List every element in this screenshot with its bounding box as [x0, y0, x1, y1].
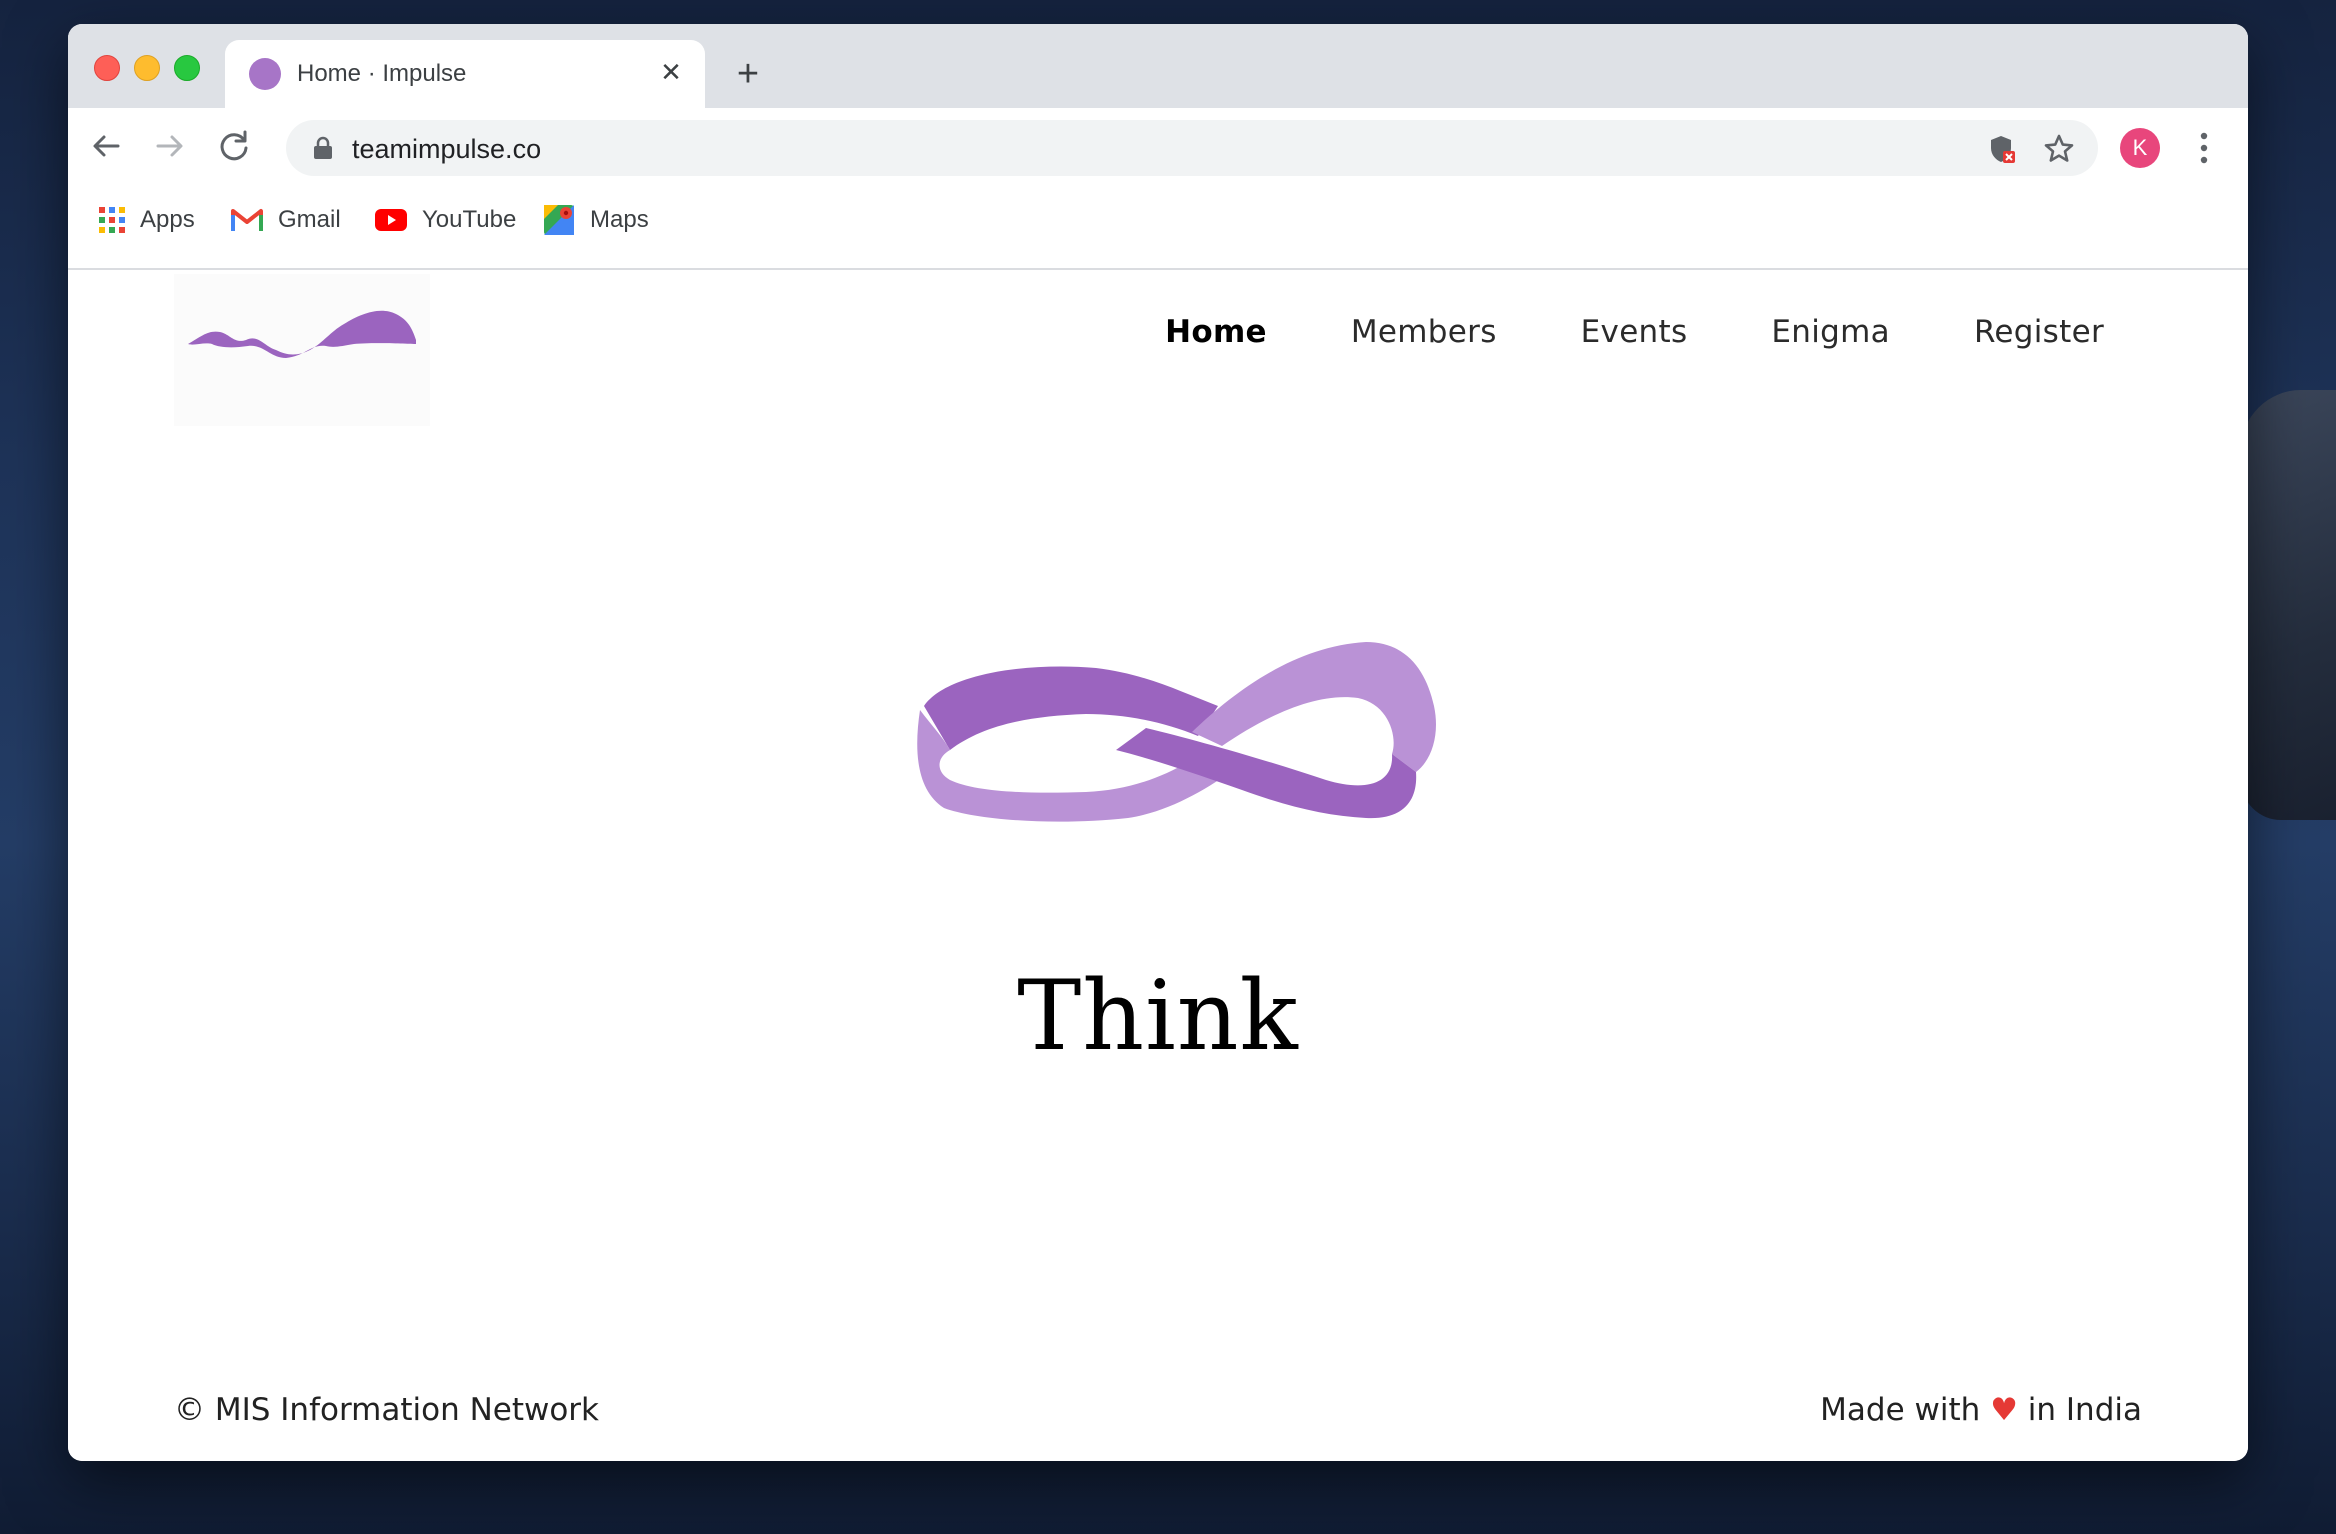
bookmark-star-icon[interactable]	[2042, 132, 2076, 166]
browser-toolbar: teamimpulse.co K	[68, 108, 2248, 184]
more-menu-icon[interactable]	[2196, 128, 2212, 168]
bookmark-youtube[interactable]: YouTube	[374, 202, 516, 238]
web-page: Home Members Events Enigma Register Thin…	[68, 270, 2248, 1461]
address-bar[interactable]: teamimpulse.co	[286, 120, 2098, 176]
tab-close-icon[interactable]: ✕	[653, 54, 689, 90]
bookmark-label: Maps	[590, 206, 649, 233]
bookmark-label: Gmail	[278, 206, 341, 233]
window-close-button[interactable]	[94, 55, 120, 81]
bookmark-label: Apps	[140, 206, 195, 233]
bookmark-apps[interactable]: Apps	[98, 202, 195, 238]
bookmarks-bar: Apps Gmail YouTube Maps	[68, 184, 2248, 270]
footer-made-with: Made with ♥ in India	[1820, 1392, 2142, 1428]
nav-link-home[interactable]: Home	[1165, 314, 1267, 350]
heart-icon: ♥	[1990, 1392, 2018, 1428]
back-arrow-icon[interactable]	[86, 126, 126, 166]
nav-link-members[interactable]: Members	[1351, 314, 1497, 350]
tab-home[interactable]: Home · Impulse ✕	[225, 40, 705, 108]
browser-window: Home · Impulse ✕ + teamimpulse.co K Apps…	[68, 24, 2248, 1461]
desktop-background-rock	[2241, 390, 2336, 820]
footer-copyright: © MIS Information Network	[174, 1392, 600, 1428]
tab-favicon-icon	[249, 58, 281, 90]
gmail-icon	[231, 209, 263, 231]
hero-heading: Think	[1017, 960, 1299, 1072]
profile-avatar[interactable]: K	[2120, 128, 2160, 168]
nav-link-register[interactable]: Register	[1974, 314, 2104, 350]
site-logo[interactable]	[174, 274, 430, 426]
wave-logo-icon	[188, 310, 416, 358]
footer-made-with-suffix: in India	[2027, 1392, 2142, 1428]
nav-link-events[interactable]: Events	[1581, 314, 1688, 350]
bookmark-maps[interactable]: Maps	[542, 202, 649, 238]
tab-strip: Home · Impulse ✕ +	[68, 24, 2248, 108]
bookmark-label: YouTube	[422, 206, 517, 233]
site-navigation: Home Members Events Enigma Register	[1081, 314, 2104, 350]
nav-link-enigma[interactable]: Enigma	[1771, 314, 1890, 350]
window-maximize-button[interactable]	[174, 55, 200, 81]
youtube-icon	[375, 209, 407, 231]
footer-made-with-prefix: Made with	[1820, 1392, 1981, 1428]
lock-icon	[314, 136, 332, 159]
url-text[interactable]: teamimpulse.co	[352, 134, 541, 165]
reload-icon[interactable]	[214, 126, 254, 166]
infinity-ribbon-logo	[917, 642, 1436, 822]
bookmark-gmail[interactable]: Gmail	[230, 202, 341, 238]
shield-blocked-icon[interactable]	[1984, 132, 2018, 166]
maps-icon	[544, 205, 574, 235]
apps-grid-icon	[99, 207, 125, 233]
forward-arrow-icon[interactable]	[150, 126, 190, 166]
window-minimize-button[interactable]	[134, 55, 160, 81]
tab-title: Home · Impulse	[297, 60, 467, 87]
new-tab-button[interactable]: +	[726, 52, 770, 96]
